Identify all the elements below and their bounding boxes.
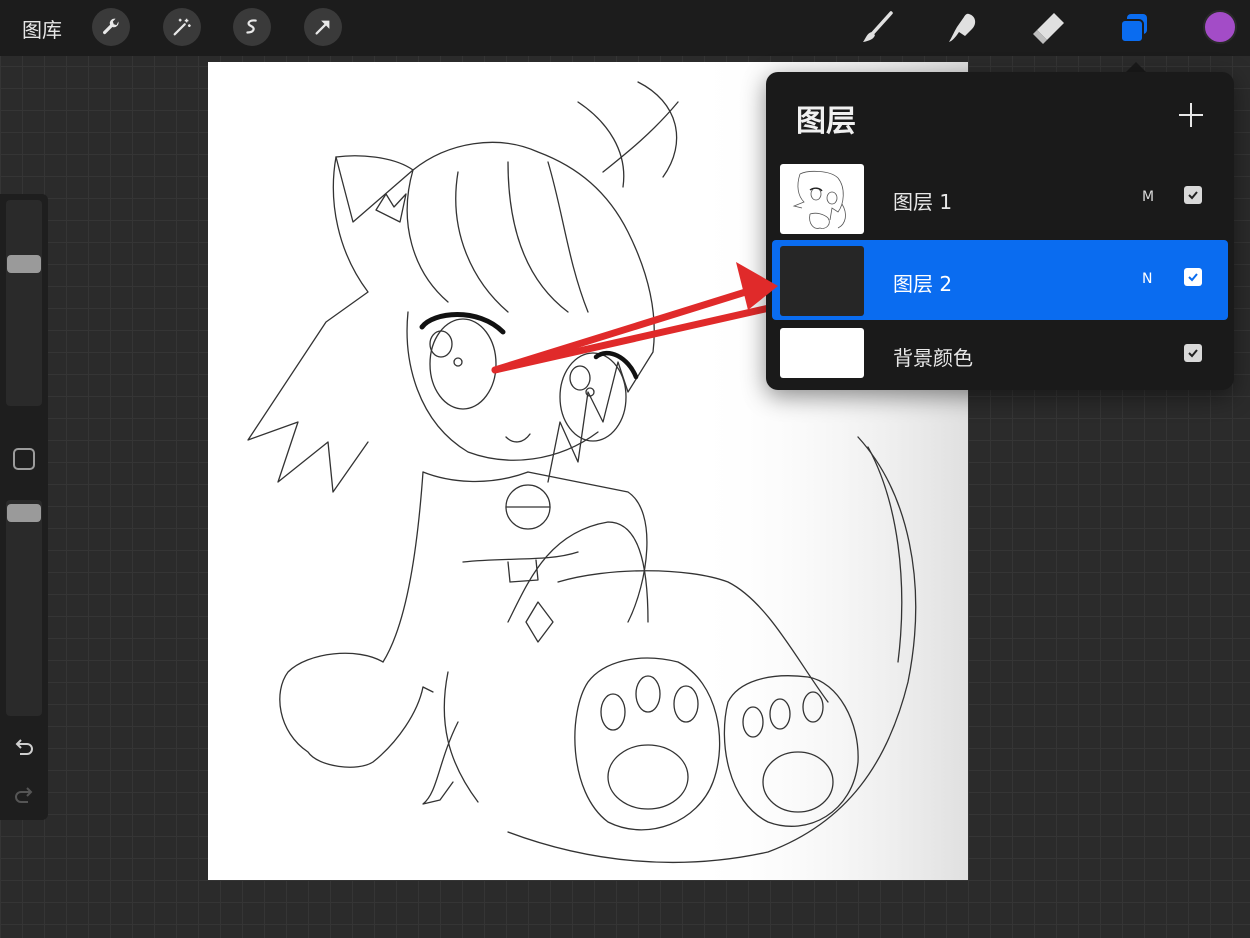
blend-mode-button[interactable]: M	[1142, 189, 1154, 205]
sidebar	[0, 194, 48, 820]
color-picker-swatch[interactable]	[1203, 10, 1237, 44]
layer-thumbnail	[780, 246, 864, 316]
layer-name: 图层 2	[893, 272, 953, 296]
layers-icon[interactable]	[1114, 8, 1154, 48]
modify-button[interactable]	[13, 448, 35, 470]
layer-name: 背景颜色	[893, 346, 973, 370]
opacity-handle[interactable]	[7, 503, 41, 522]
layer-row-1[interactable]: 图层 1 M	[772, 158, 1228, 238]
wrench-icon[interactable]	[92, 8, 130, 46]
panel-title: 图层	[796, 104, 856, 139]
layer-name: 图层 1	[893, 190, 953, 214]
eraser-icon[interactable]	[1028, 8, 1068, 48]
top-toolbar: 图库	[0, 0, 1250, 56]
selection-icon[interactable]	[233, 8, 271, 46]
smudge-icon[interactable]	[943, 8, 983, 48]
visibility-checkbox[interactable]	[1184, 344, 1202, 362]
blend-mode-button[interactable]: N	[1142, 271, 1152, 287]
brush-icon[interactable]	[858, 8, 898, 48]
brush-size-slider[interactable]	[6, 200, 42, 406]
visibility-checkbox[interactable]	[1184, 268, 1202, 286]
layer-row-background[interactable]: 背景颜色	[772, 322, 1228, 382]
layer-row-2[interactable]: 图层 2 N	[772, 240, 1228, 320]
redo-icon[interactable]	[12, 784, 36, 808]
layer-thumbnail	[780, 164, 864, 234]
visibility-checkbox[interactable]	[1184, 186, 1202, 204]
layers-panel: 图层 图层 1 M 图层 2 N 背景颜色	[766, 72, 1234, 390]
gallery-button[interactable]: 图库	[22, 14, 62, 43]
magic-wand-icon[interactable]	[163, 8, 201, 46]
transform-arrow-icon[interactable]	[304, 8, 342, 46]
undo-icon[interactable]	[12, 736, 36, 760]
add-layer-icon[interactable]	[1176, 100, 1206, 130]
opacity-slider[interactable]	[6, 500, 42, 716]
layer-thumbnail	[780, 328, 864, 378]
brush-size-handle[interactable]	[7, 254, 41, 273]
